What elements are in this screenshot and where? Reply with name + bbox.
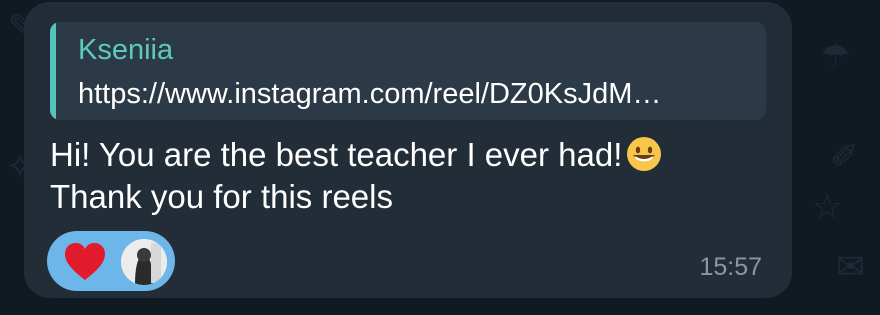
doodle-icon: ✉: [836, 247, 865, 287]
reply-author-name: Kseniia: [78, 34, 174, 66]
message-line-2: Thank you for this reels: [50, 178, 393, 215]
message-text: Hi! You are the best teacher I ever had!…: [50, 134, 750, 218]
reply-preview[interactable]: Kseniia https://www.instagram.com/reel/D…: [50, 22, 766, 120]
doodle-icon: ☂: [820, 37, 851, 77]
doodle-icon: ☆: [812, 187, 843, 227]
chat-background: ✎ ☂ ✐ ☆ ✉ ✧ Kseniia https://www.instagra…: [0, 0, 880, 315]
message-line-1: Hi! You are the best teacher I ever had!: [50, 134, 750, 176]
message-bubble[interactable]: Kseniia https://www.instagram.com/reel/D…: [24, 2, 792, 298]
avatar-image: [121, 239, 167, 285]
red-heart-icon: [65, 243, 105, 280]
reply-link-text: https://www.instagram.com/reel/DZ0KsJdM…: [78, 78, 662, 110]
reaction-avatar[interactable]: [121, 239, 167, 285]
message-timestamp: 15:57: [699, 253, 762, 281]
doodle-icon: ✐: [830, 137, 859, 177]
reaction-pill[interactable]: [47, 231, 175, 291]
message-line-1-text: Hi! You are the best teacher I ever had!: [50, 136, 623, 173]
grinning-face-icon: [627, 137, 662, 171]
reply-accent-bar: [50, 22, 56, 120]
